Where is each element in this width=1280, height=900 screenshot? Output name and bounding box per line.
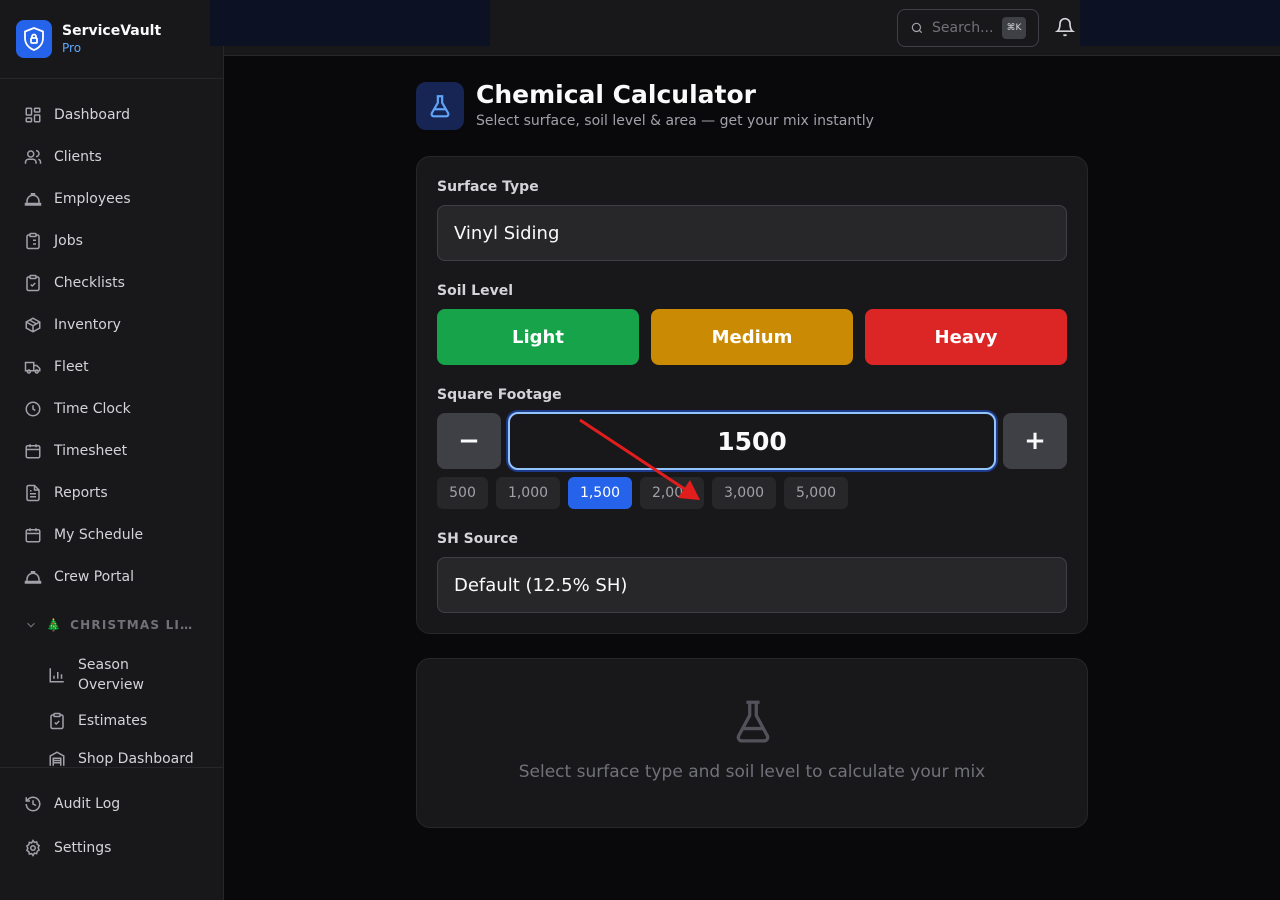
- sidebar-item-label: Checklists: [54, 275, 125, 291]
- sidebar-item-inventory[interactable]: Inventory: [12, 304, 212, 346]
- gear-icon: [25, 839, 41, 857]
- sidebar: ServiceVault Pro Dashboard Clients Emplo…: [0, 0, 224, 900]
- sidebar-item-crew-portal[interactable]: Crew Portal: [12, 556, 212, 598]
- sidebar-item-label: Dashboard: [54, 107, 130, 123]
- sidebar-item-label: Clients: [54, 149, 102, 165]
- section-toggle-christmas-lights[interactable]: 🎄 CHRISTMAS LIG…: [24, 614, 204, 636]
- calendar-icon: [25, 444, 41, 459]
- hardhat-icon: [24, 193, 42, 206]
- sh-source-select[interactable]: Default (12.5% SH): [437, 557, 1067, 613]
- calculator-form-card: Surface Type Vinyl Siding Soil Level Lig…: [416, 156, 1088, 634]
- file-text-icon: [26, 484, 40, 502]
- topbar-region: [1080, 0, 1280, 46]
- flask-icon: [416, 82, 464, 130]
- sidebar-footer: Audit Log Settings: [0, 767, 223, 900]
- soil-medium-button[interactable]: Medium: [651, 309, 853, 365]
- square-footage-label: Square Footage: [437, 387, 562, 403]
- sidebar-item-timesheet[interactable]: Timesheet: [12, 430, 212, 472]
- shield-lock-icon: [16, 20, 52, 58]
- tree-emoji: 🎄: [46, 618, 63, 632]
- sidebar-item-label: Jobs: [54, 233, 83, 249]
- sidebar-item-jobs[interactable]: Jobs: [12, 220, 212, 262]
- sidebar-item-label: My Schedule: [54, 527, 144, 543]
- sidebar-item-label: Estimates: [78, 713, 148, 729]
- sidebar-item-estimates[interactable]: Estimates: [36, 702, 212, 740]
- bar-chart-icon: [49, 668, 64, 683]
- sidebar-item-time-clock[interactable]: Time Clock: [12, 388, 212, 430]
- preset-500[interactable]: 500: [437, 477, 488, 509]
- result-empty-message: Select surface type and soil level to ca…: [518, 762, 986, 782]
- clipboard-check-icon: [50, 712, 64, 730]
- sidebar-item-checklists[interactable]: Checklists: [12, 262, 212, 304]
- preset-3000[interactable]: 3,000: [712, 477, 776, 509]
- section-nav: Season Overview Estimates Shop Dashboard: [36, 648, 212, 767]
- soil-heavy-button[interactable]: Heavy: [865, 309, 1067, 365]
- sidebar-item-label: Shop Dashboard: [78, 751, 194, 767]
- section-title: CHRISTMAS LIG…: [70, 618, 201, 632]
- brand[interactable]: ServiceVault Pro: [0, 0, 223, 79]
- sidebar-item-label: Season Overview: [78, 657, 144, 693]
- preset-5000[interactable]: 5,000: [784, 477, 848, 509]
- soil-level-label: Soil Level: [437, 283, 514, 299]
- sidebar-item-employees[interactable]: Employees: [12, 178, 212, 220]
- result-card: Select surface type and soil level to ca…: [416, 658, 1088, 828]
- warehouse-icon: [49, 751, 65, 766]
- page-subtitle: Select surface, soil level & area — get …: [476, 113, 874, 129]
- chevron-down-icon: [27, 622, 35, 628]
- sidebar-item-shop-dashboard[interactable]: Shop Dashboard: [36, 740, 212, 767]
- truck-icon: [24, 361, 41, 374]
- package-icon: [25, 317, 41, 333]
- clock-icon: [25, 401, 41, 417]
- search-button[interactable]: Search... ⌘K: [897, 9, 1039, 47]
- preset-1000[interactable]: 1,000: [496, 477, 560, 509]
- sidebar-item-label: Timesheet: [54, 443, 128, 459]
- dashboard-icon: [25, 107, 41, 123]
- page-title: Chemical Calculator: [476, 80, 756, 109]
- search-shortcut: ⌘K: [1002, 17, 1026, 39]
- sidebar-item-dashboard[interactable]: Dashboard: [12, 94, 212, 136]
- clipboard-list-icon: [26, 232, 40, 250]
- sidebar-item-label: Reports: [54, 485, 108, 501]
- sidebar-item-fleet[interactable]: Fleet: [12, 346, 212, 388]
- sh-source-label: SH Source: [437, 531, 519, 547]
- search-icon: [911, 22, 923, 34]
- sidebar-item-label: Audit Log: [54, 796, 121, 812]
- flask-icon: [736, 700, 770, 743]
- sidebar-item-settings[interactable]: Settings: [12, 826, 211, 870]
- decrement-button[interactable]: −: [437, 413, 501, 469]
- sidebar-item-label: Inventory: [54, 317, 121, 333]
- users-icon: [24, 149, 42, 164]
- search-placeholder: Search...: [932, 20, 994, 36]
- surface-type-label: Surface Type: [437, 179, 539, 195]
- preset-2000[interactable]: 2,000: [640, 477, 704, 509]
- sidebar-item-audit-log[interactable]: Audit Log: [12, 782, 211, 826]
- hardhat-icon: [24, 571, 42, 584]
- brand-name: ServiceVault: [62, 23, 162, 39]
- square-footage-input[interactable]: 1500: [508, 412, 996, 470]
- history-icon: [25, 796, 41, 812]
- main-nav: Dashboard Clients Employees Jobs Checkli…: [12, 94, 212, 598]
- soil-light-button[interactable]: Light: [437, 309, 639, 365]
- sidebar-item-label: Time Clock: [54, 401, 131, 417]
- topbar-region: [210, 0, 490, 46]
- preset-1500[interactable]: 1,500: [568, 477, 632, 509]
- sidebar-item-label: Fleet: [54, 359, 89, 375]
- sidebar-item-season-overview[interactable]: Season Overview: [36, 648, 212, 702]
- sidebar-item-my-schedule[interactable]: My Schedule: [12, 514, 212, 556]
- sidebar-item-label: Settings: [54, 840, 112, 856]
- calendar-icon: [25, 528, 41, 543]
- bell-icon[interactable]: [1055, 17, 1075, 37]
- sidebar-item-label: Crew Portal: [54, 569, 134, 585]
- surface-type-select[interactable]: Vinyl Siding: [437, 205, 1067, 261]
- clipboard-check-icon: [26, 274, 40, 292]
- increment-button[interactable]: +: [1003, 413, 1067, 469]
- sidebar-item-label: Employees: [54, 191, 131, 207]
- brand-tier: Pro: [62, 41, 82, 55]
- sidebar-item-reports[interactable]: Reports: [12, 472, 212, 514]
- sidebar-item-clients[interactable]: Clients: [12, 136, 212, 178]
